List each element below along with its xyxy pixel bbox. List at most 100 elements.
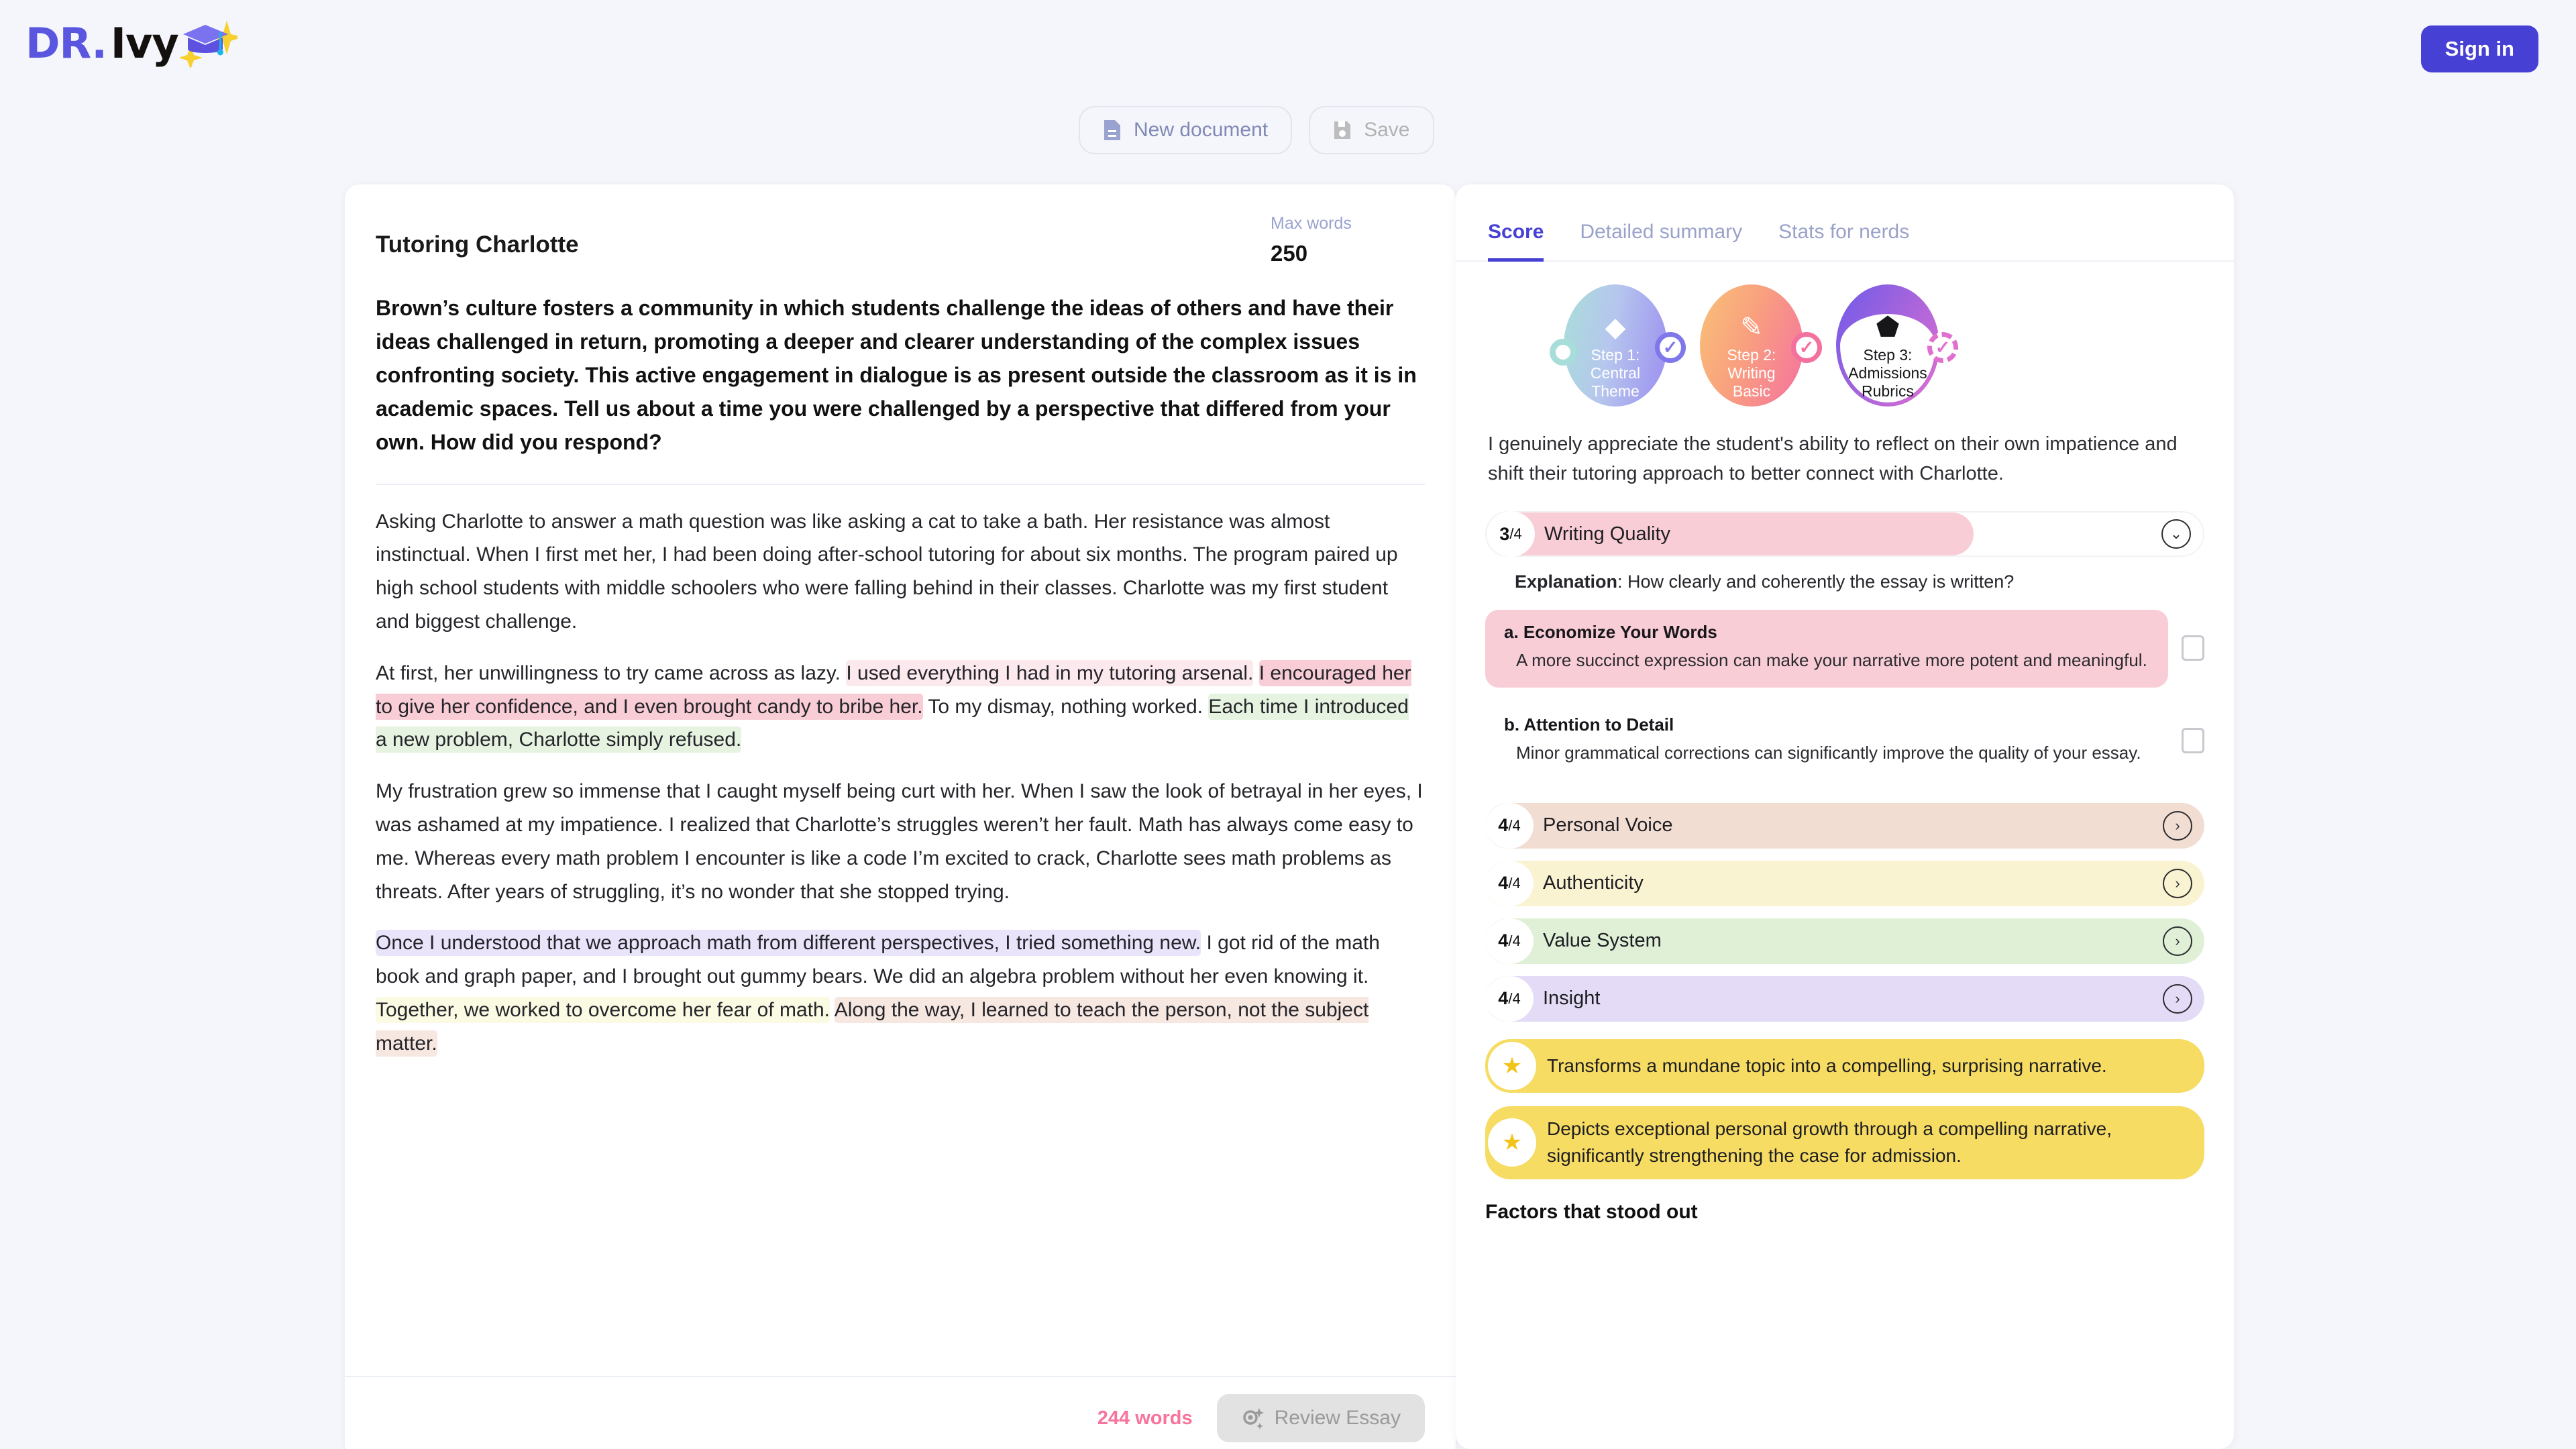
chevron-right-icon[interactable]: › bbox=[2163, 983, 2192, 1014]
graduation-cap-icon bbox=[179, 19, 237, 68]
rubric-row[interactable]: 4/4 Insight › bbox=[1485, 975, 2204, 1022]
sign-in-button[interactable]: Sign in bbox=[2420, 25, 2538, 72]
factors-heading: Factors that stood out bbox=[1485, 1200, 1698, 1223]
rubric-score-max: /4 bbox=[1508, 816, 1521, 834]
max-words-value[interactable]: 250 bbox=[1271, 241, 1425, 266]
document-icon bbox=[1103, 119, 1122, 142]
score-panel: Score Detailed summary Stats for nerds ◆ St… bbox=[1456, 184, 2234, 1449]
rubric-explanation: Explanation: How clearly and coherently … bbox=[1515, 572, 2204, 592]
subitem-title: b. Attention to Detail bbox=[1504, 714, 1674, 735]
step-3-circle[interactable]: ⬟ Step 3: Admissions Rubrics bbox=[1836, 284, 1939, 407]
highlighted-text[interactable]: Once I understood that we approach math … bbox=[376, 930, 1201, 957]
brand-logo[interactable]: DR. Ivy bbox=[25, 19, 237, 68]
rubric-label: Writing Quality bbox=[1544, 523, 1671, 545]
rubric-label: Authenticity bbox=[1543, 872, 1644, 894]
chevron-down-icon[interactable]: ⌄ bbox=[2161, 519, 2191, 549]
word-count: 244 words bbox=[1097, 1407, 1193, 1429]
essay-body[interactable]: Asking Charlotte to answer a math questi… bbox=[376, 485, 1425, 1061]
progress-start-dot bbox=[1550, 339, 1576, 366]
tab-stats-for-nerds[interactable]: Stats for nerds bbox=[1778, 221, 1909, 262]
rubric-score-badge: 3/4 bbox=[1487, 511, 1535, 557]
essay-paragraph: My frustration grew so immense that I ca… bbox=[376, 780, 1423, 903]
rubric-subitems: a. Economize Your Words A more succinct e… bbox=[1485, 610, 2204, 780]
rubric-label: Insight bbox=[1543, 987, 1601, 1010]
rubric-score-value: 4 bbox=[1498, 815, 1509, 836]
panel-tabs: Score Detailed summary Stats for nerds bbox=[1456, 184, 2234, 262]
diamond-icon: ◆ bbox=[1605, 313, 1626, 342]
essay-paragraph: At first, her unwillingness to try came … bbox=[376, 657, 1425, 757]
explanation-text: : How clearly and coherently the essay i… bbox=[1617, 572, 2015, 592]
highlighted-text[interactable]: I used everything I had in my tutoring a… bbox=[846, 659, 1254, 686]
star-callout: ★ Transforms a mundane topic into a compe… bbox=[1485, 1038, 2204, 1093]
rubric-score-value: 4 bbox=[1498, 988, 1509, 1009]
new-document-button[interactable]: New document bbox=[1079, 106, 1293, 154]
new-document-label: New document bbox=[1134, 119, 1269, 141]
review-essay-label: Review Essay bbox=[1274, 1407, 1401, 1429]
tab-detailed-summary[interactable]: Detailed summary bbox=[1580, 221, 1742, 262]
subitem-body: b. Attention to Detail Minor grammatical … bbox=[1485, 702, 2168, 780]
save-disk-icon bbox=[1333, 120, 1352, 140]
essay-editor-card: Tutoring Charlotte Max words 250 Brown’s… bbox=[345, 184, 1456, 1449]
step-complete-check-icon: ✓ bbox=[1927, 332, 1958, 363]
save-button[interactable]: Save bbox=[1309, 106, 1434, 154]
rubric-row[interactable]: 4/4 Value System › bbox=[1485, 918, 2204, 964]
subitem-description: Minor grammatical corrections can signif… bbox=[1516, 743, 2141, 763]
subitem-title: a. Economize Your Words bbox=[1504, 622, 1717, 643]
rubric-row[interactable]: 3/4 Writing Quality ⌄ bbox=[1485, 511, 2204, 557]
essay-paragraph: Asking Charlotte to answer a math questi… bbox=[376, 510, 1398, 633]
document-pen-icon: ✎ bbox=[1740, 313, 1763, 342]
star-callout-text: Transforms a mundane topic into a compel… bbox=[1547, 1055, 2107, 1076]
tab-score[interactable]: Score bbox=[1488, 221, 1544, 262]
star-callout-text: Depicts exceptional personal growth thro… bbox=[1547, 1118, 2112, 1167]
subitem-checkbox[interactable] bbox=[2182, 635, 2204, 661]
rubric-row[interactable]: 4/4 Personal Voice › bbox=[1485, 802, 2204, 849]
steps-progress: ◆ Step 1: Central Theme ✎ Step 2: Writing Basic… bbox=[1456, 276, 2234, 417]
rubric-score-max: /4 bbox=[1508, 874, 1521, 892]
subitem-checkbox[interactable] bbox=[2182, 728, 2204, 754]
step-label: Step 3: Admissions Rubrics bbox=[1848, 346, 1927, 400]
highlighted-text[interactable]: Together, we worked to overcome her fear… bbox=[376, 996, 830, 1023]
subitem-description: A more succinct expression can make your… bbox=[1516, 650, 2147, 671]
step-label: Step 1: Central Theme bbox=[1590, 346, 1641, 400]
star-callout: ★ Depicts exceptional personal growth thr… bbox=[1485, 1106, 2204, 1179]
chevron-right-icon[interactable]: › bbox=[2163, 868, 2192, 898]
max-words-block: Max words 250 bbox=[1271, 214, 1425, 266]
star-icon: ★ bbox=[1488, 1041, 1536, 1090]
subitem-body: a. Economize Your Words A more succinct e… bbox=[1485, 610, 2168, 688]
magic-review-icon bbox=[1241, 1407, 1264, 1430]
rubric-list-rest: 4/4 Personal Voice › 4/4 Authenticity › 4/4 Val… bbox=[1485, 802, 2204, 1022]
step-2-circle[interactable]: ✎ Step 2: Writing Basic bbox=[1700, 284, 1803, 407]
editor-header: Tutoring Charlotte Max words 250 bbox=[345, 184, 1456, 266]
rubric-score-value: 4 bbox=[1498, 930, 1509, 951]
review-essay-button[interactable]: Review Essay bbox=[1216, 1394, 1425, 1442]
essay-prompt: Brown’s culture fosters a community in w… bbox=[376, 296, 1417, 454]
rubric-subitem: a. Economize Your Words A more succinct e… bbox=[1485, 610, 2204, 688]
step-1-circle[interactable]: ◆ Step 1: Central Theme bbox=[1564, 284, 1667, 407]
rubric-score-value: 4 bbox=[1498, 873, 1509, 894]
rubric-score-badge: 4/4 bbox=[1485, 975, 1534, 1022]
cube-icon: ⬟ bbox=[1876, 313, 1900, 342]
rubric-score-max: /4 bbox=[1508, 932, 1521, 949]
step-complete-check-icon: ✓ bbox=[1791, 332, 1822, 363]
star-icon: ★ bbox=[1488, 1118, 1536, 1167]
max-words-label: Max words bbox=[1271, 214, 1352, 233]
rubric-score-badge: 4/4 bbox=[1485, 860, 1534, 906]
rubric-subitem: b. Attention to Detail Minor grammatical … bbox=[1485, 702, 2204, 780]
editor-footer: 244 words Review Essay bbox=[345, 1376, 1456, 1449]
rubric-label: Value System bbox=[1543, 930, 1662, 952]
rubric-score-badge: 4/4 bbox=[1485, 802, 1534, 849]
chevron-right-icon[interactable]: › bbox=[2163, 810, 2192, 841]
explanation-label: Explanation bbox=[1515, 572, 1618, 592]
rubric-row[interactable]: 4/4 Authenticity › bbox=[1485, 860, 2204, 906]
top-bar: DR. Ivy Sign in bbox=[0, 0, 2576, 101]
document-title[interactable]: Tutoring Charlotte bbox=[376, 214, 579, 258]
rubric-list: 3/4 Writing Quality ⌄ bbox=[1485, 511, 2204, 557]
rubric-score-badge: 4/4 bbox=[1485, 918, 1534, 964]
appreciation-text: I genuinely appreciate the student's abi… bbox=[1488, 433, 2178, 485]
step-complete-check-icon: ✓ bbox=[1655, 332, 1686, 363]
rubric-score-max: /4 bbox=[1508, 989, 1521, 1007]
star-callouts: ★ Transforms a mundane topic into a compe… bbox=[1485, 1038, 2204, 1179]
chevron-right-icon[interactable]: › bbox=[2163, 926, 2192, 956]
step-label: Step 2: Writing Basic bbox=[1727, 346, 1776, 400]
rubric-label: Personal Voice bbox=[1543, 814, 1673, 837]
